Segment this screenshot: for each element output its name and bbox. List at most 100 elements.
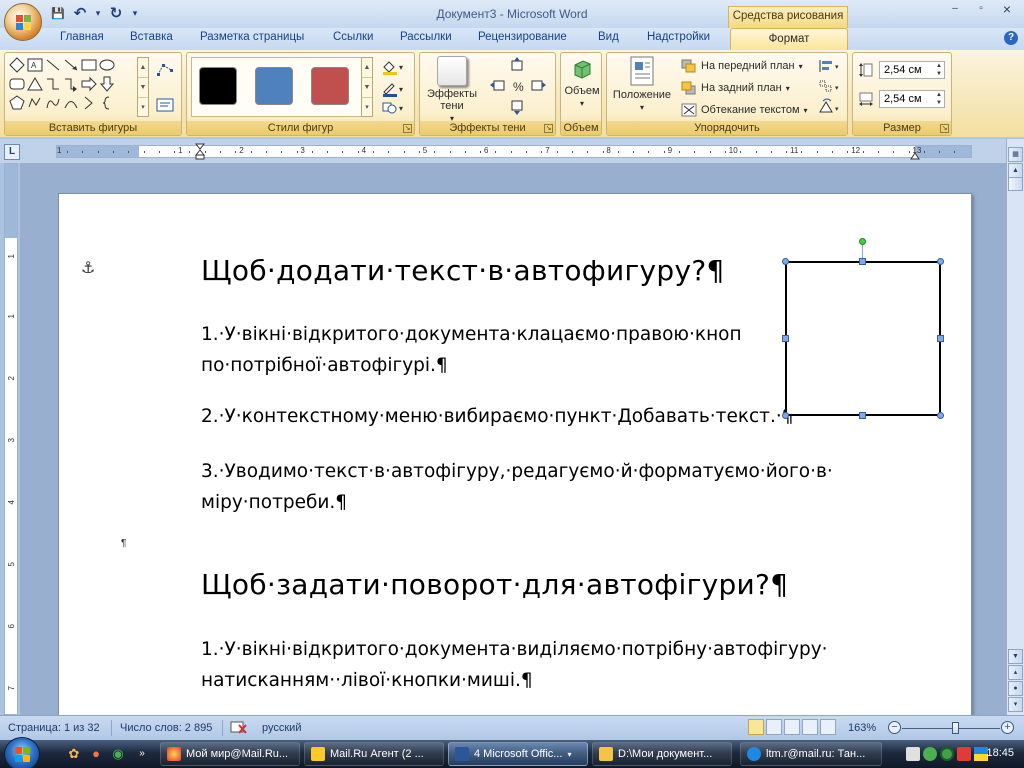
triangle-shape-icon[interactable]	[27, 76, 43, 92]
paragraph-rotation-step1[interactable]: 1.·У·вікні·відкритого·документа·виділяєм…	[201, 634, 901, 696]
resize-handle-left[interactable]	[782, 335, 789, 342]
chrome-quicklaunch-icon[interactable]: ◉	[110, 746, 126, 762]
zoom-out-icon[interactable]: −	[888, 721, 901, 734]
scroll-down-icon[interactable]: ▼	[1008, 649, 1023, 664]
previous-page-icon[interactable]: ▴	[1008, 665, 1023, 680]
resize-handle-bottom-left[interactable]	[782, 412, 789, 419]
height-spinner-icon[interactable]: ▲ ▼	[936, 62, 942, 78]
style-swatch-red[interactable]	[311, 67, 349, 105]
line-shape-icon[interactable]	[45, 57, 61, 73]
empty-paragraph-mark[interactable]: ¶	[121, 538, 126, 549]
width-spinner-icon[interactable]: ▲ ▼	[936, 91, 942, 107]
zoom-knob[interactable]	[951, 722, 959, 734]
rounded-rect-shape-icon[interactable]	[9, 76, 25, 92]
word-count-status[interactable]: Число слов: 2 895	[120, 722, 212, 734]
start-button[interactable]	[4, 737, 40, 768]
scroll-up-icon[interactable]: ▲	[1008, 163, 1023, 178]
outline-color-icon[interactable]: ▾	[381, 81, 407, 97]
maximize-icon[interactable]: ▫	[968, 0, 994, 18]
position-button[interactable]: Положение ▾	[609, 56, 675, 114]
document-page[interactable]: ⚓ Щоб·додати·текст·в·автофигуру?¶ 1.·У·в…	[58, 193, 972, 715]
network-tray-icon[interactable]	[906, 747, 920, 761]
block-arrow-down-icon[interactable]	[99, 76, 115, 92]
chevron-shape-icon[interactable]	[81, 95, 97, 111]
ruler-toggle-icon[interactable]: ▦	[1008, 147, 1023, 162]
task-microsoft-office[interactable]: 4 Microsoft Offic... ▾	[448, 742, 588, 766]
elbow-arrow-connector-icon[interactable]	[63, 76, 79, 92]
zoom-level[interactable]: 163%	[848, 722, 876, 734]
tab-mailings[interactable]: Рассылки	[400, 31, 452, 43]
tab-home[interactable]: Главная	[60, 31, 104, 43]
resize-handle-bottom[interactable]	[859, 412, 866, 419]
shape-styles-launcher-icon[interactable]: ↘	[403, 124, 412, 133]
shadow-effects-launcher-icon[interactable]: ↘	[544, 124, 553, 133]
minimize-icon[interactable]: –	[942, 0, 968, 18]
vertical-ruler[interactable]: 1 1 2 3 4 5 6 7	[4, 163, 18, 715]
office-button[interactable]	[4, 3, 42, 41]
style-swatch-blue[interactable]	[255, 67, 293, 105]
green-tray-icon[interactable]	[940, 747, 954, 761]
task-mail-ru-agent[interactable]: Mail.Ru Агент (2 ...	[304, 742, 444, 766]
print-layout-view-icon[interactable]	[748, 719, 764, 735]
resize-handle-top-left[interactable]	[782, 258, 789, 265]
tab-add-ins[interactable]: Надстройки	[647, 31, 710, 43]
task-my-documents[interactable]: D:\Мои документ...	[592, 742, 732, 766]
send-to-back-button[interactable]: На задний план ▾	[681, 81, 790, 95]
tab-stop-selector-icon[interactable]: L	[4, 144, 20, 160]
size-launcher-icon[interactable]: ↘	[940, 124, 949, 133]
select-browse-object-icon[interactable]: ●	[1008, 681, 1023, 696]
shape-height-input[interactable]: 2,54 см ▲ ▼	[879, 61, 945, 79]
diamond-shape-icon[interactable]	[9, 57, 25, 73]
next-page-icon[interactable]: ▾	[1008, 697, 1023, 712]
bring-to-front-button[interactable]: На передний план ▾	[681, 59, 803, 73]
draft-view-icon[interactable]	[820, 719, 836, 735]
antivirus-tray-icon[interactable]	[957, 747, 971, 761]
resize-handle-top-right[interactable]	[937, 258, 944, 265]
block-arrow-right-icon[interactable]	[81, 76, 97, 92]
horizontal-ruler[interactable]: 1 1 2 3 4 5 6 7 8 9 10 11 12 13	[56, 143, 972, 161]
task-mail-browser[interactable]: ltm.r@mail.ru: Тан...	[740, 742, 882, 766]
language-status[interactable]: русский	[262, 722, 301, 734]
resize-handle-bottom-right[interactable]	[937, 412, 944, 419]
outline-view-icon[interactable]	[802, 719, 818, 735]
web-layout-view-icon[interactable]	[784, 719, 800, 735]
scrollbar-thumb[interactable]	[1008, 177, 1023, 191]
help-icon[interactable]: ?	[1004, 31, 1018, 45]
text-wrapping-button[interactable]: Обтекание текстом ▾	[681, 103, 808, 117]
shadow-nudge-icons[interactable]: %	[486, 57, 550, 115]
shapes-gallery-scroll[interactable]: ▲ ▼ ▾	[137, 57, 149, 117]
oval-shape-icon[interactable]	[99, 57, 115, 73]
style-swatch-black[interactable]	[199, 67, 237, 105]
tab-references[interactable]: Ссылки	[333, 31, 374, 43]
tab-insert[interactable]: Вставка	[130, 31, 173, 43]
paragraph-step3[interactable]: 3.·Уводимо·текст·в·автофігуру,·редагуємо…	[201, 456, 901, 518]
pentagon-shape-icon[interactable]	[9, 95, 25, 111]
freeform-shape-icon[interactable]	[27, 95, 43, 111]
full-screen-reading-view-icon[interactable]	[766, 719, 782, 735]
selected-rectangle-shape[interactable]	[785, 261, 941, 416]
heading-rotation[interactable]: Щоб·задати·поворот·для·автофігури?¶	[201, 568, 788, 601]
indent-marker-icon[interactable]	[195, 143, 205, 161]
arc-shape-icon[interactable]	[63, 95, 79, 111]
shape-width-input[interactable]: 2,54 см ▲ ▼	[879, 90, 945, 108]
fill-color-icon[interactable]: ▾	[381, 59, 407, 75]
quicklaunch-more-icon[interactable]: »	[134, 746, 150, 762]
zoom-in-icon[interactable]: +	[1001, 721, 1014, 734]
curve-shape-icon[interactable]	[45, 95, 61, 111]
butterfly-quicklaunch-icon[interactable]: ✿	[66, 746, 82, 762]
document-area[interactable]: ⚓ Щоб·додати·текст·в·автофигуру?¶ 1.·У·в…	[20, 163, 1006, 715]
change-shape-icon[interactable]: ▾	[381, 101, 407, 115]
vertical-scrollbar[interactable]: ▦ ▲ ▼ ▴ ● ▾	[1006, 139, 1024, 715]
tab-format[interactable]: Формат	[730, 28, 848, 50]
text-box-shape-icon[interactable]: A	[27, 57, 43, 73]
tab-view[interactable]: Вид	[598, 31, 619, 43]
tab-page-layout[interactable]: Разметка страницы	[200, 31, 304, 43]
page-count-status[interactable]: Страница: 1 из 32	[8, 722, 100, 734]
anchor-icon[interactable]: ⚓	[81, 258, 95, 278]
align-group-rotate-icons[interactable]: ▾ ▾ ▾	[817, 57, 843, 117]
volume-button[interactable]: Объем ▾	[563, 56, 601, 110]
shadow-effects-button[interactable]: Эффекты тени ▾	[424, 56, 480, 125]
task-mail-ru-my-world[interactable]: Мой мир@Mail.Ru...	[160, 742, 300, 766]
edit-shape-icon[interactable]	[155, 61, 175, 79]
proofing-errors-icon[interactable]	[230, 721, 248, 735]
